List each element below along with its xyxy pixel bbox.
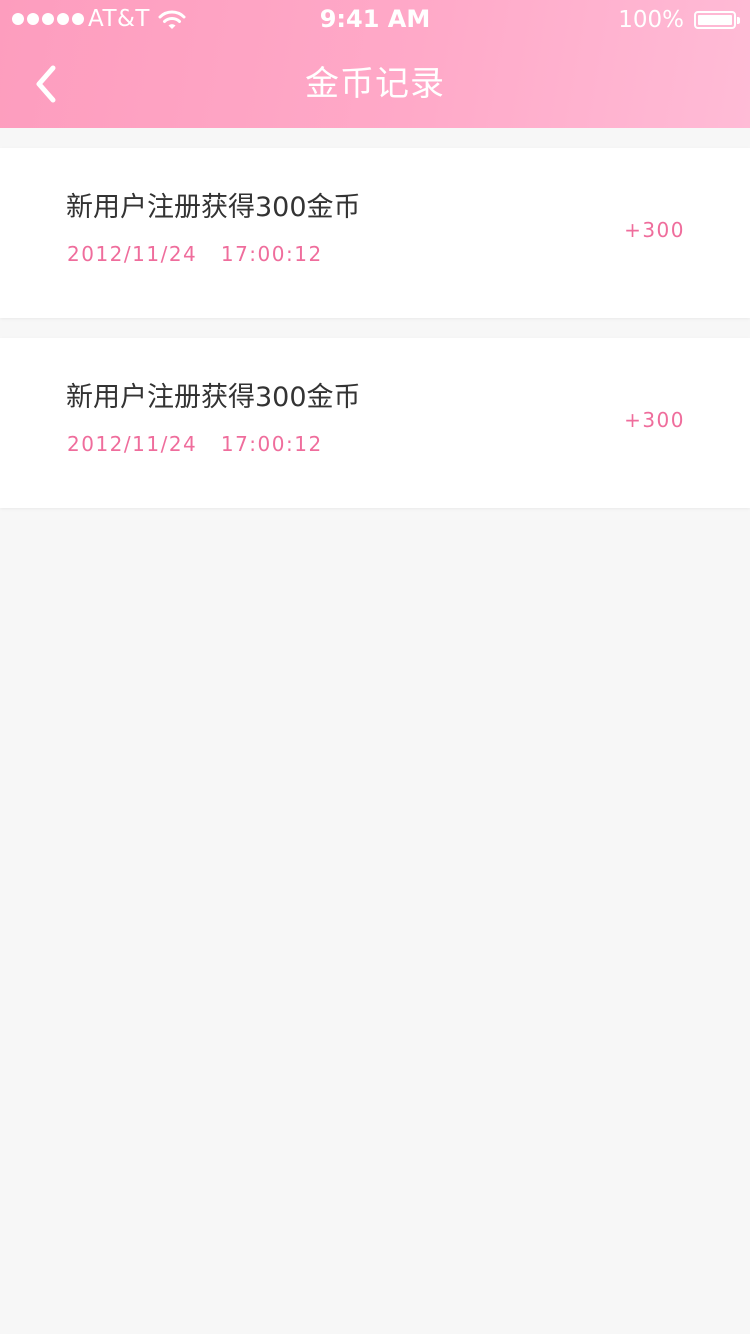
record-item: 新用户注册获得300金币 2012/11/24 17:00:12 +300 (0, 338, 750, 508)
record-datetime: 2012/11/24 17:00:12 (67, 432, 323, 456)
record-title: 新用户注册获得300金币 (66, 192, 361, 223)
record-title: 新用户注册获得300金币 (66, 382, 361, 413)
app-header: AT&T 9:41 AM 100% 金币记录 (0, 0, 750, 128)
record-datetime: 2012/11/24 17:00:12 (67, 242, 323, 266)
battery-fill (698, 15, 732, 25)
record-item: 新用户注册获得300金币 2012/11/24 17:00:12 +300 (0, 148, 750, 318)
page-title: 金币记录 (305, 64, 445, 104)
record-amount: +300 (624, 408, 685, 432)
battery-nub (737, 17, 740, 24)
coin-record-list: 新用户注册获得300金币 2012/11/24 17:00:12 +300 新用… (0, 148, 750, 528)
battery-percent: 100% (618, 7, 684, 33)
record-amount: +300 (624, 218, 685, 242)
battery-icon (694, 11, 736, 29)
status-bar: AT&T 9:41 AM 100% (0, 0, 750, 40)
